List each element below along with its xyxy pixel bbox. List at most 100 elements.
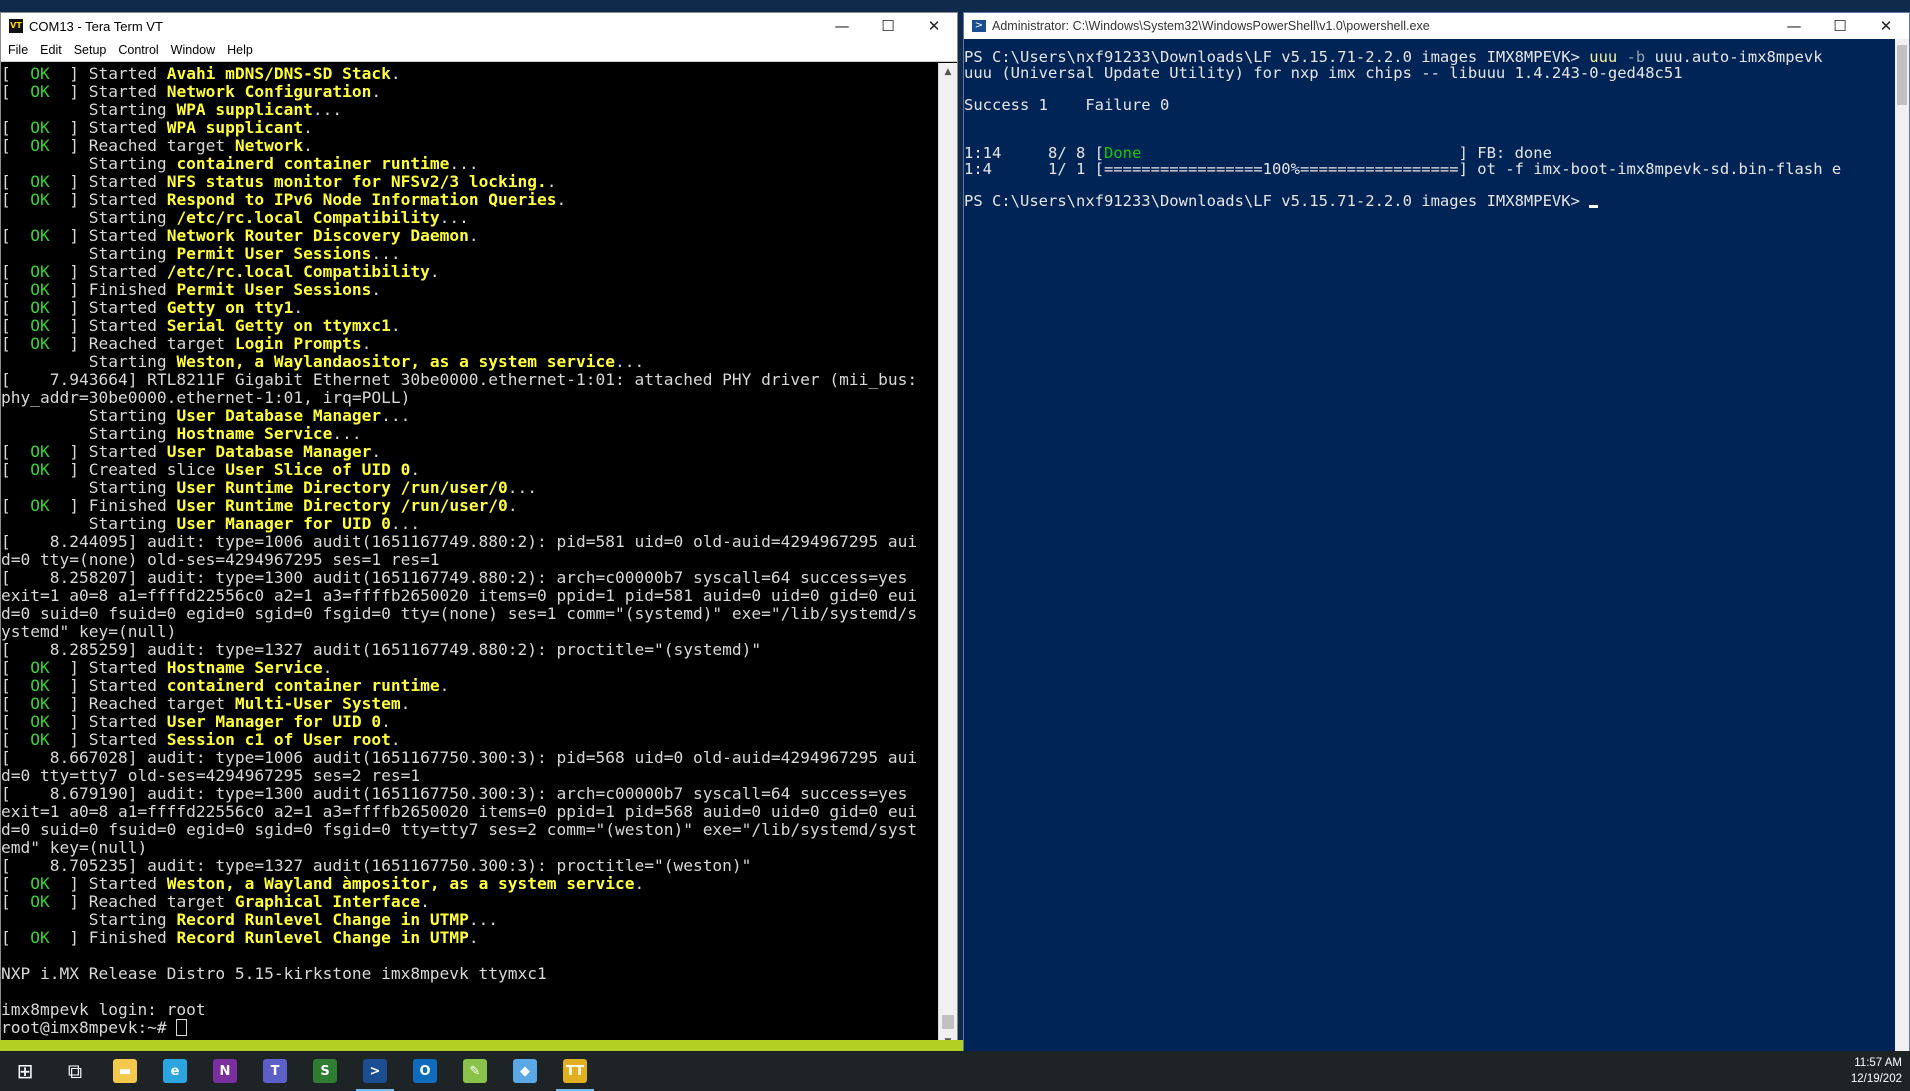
console-line: phy_addr=30be0000.ethernet-1:01, irq=POL… xyxy=(1,389,939,407)
console-text: OK xyxy=(30,83,50,101)
console-text: phy_addr=30be0000.ethernet-1:01, irq=POL… xyxy=(1,389,411,407)
console-line: [ OK ] Started Respond to IPv6 Node Info… xyxy=(1,191,939,209)
close-button[interactable]: ✕ xyxy=(1863,13,1909,39)
taskbar-task-view[interactable]: ⧉ xyxy=(50,1051,100,1091)
minimize-button[interactable]: — xyxy=(819,13,865,39)
console-text: [ xyxy=(1,119,31,137)
console-text: OK xyxy=(30,461,50,479)
menu-file[interactable]: File xyxy=(8,43,28,57)
console-line: [ 8.244095] audit: type=1006 audit(16511… xyxy=(1,533,939,551)
console-text: Starting xyxy=(1,101,177,119)
taskbar-start[interactable]: ⊞ xyxy=(0,1051,50,1091)
console-text: Record Runlevel Change in UTMP xyxy=(176,929,469,947)
console-line: Starting Hostname Service... xyxy=(1,425,939,443)
console-text: ] Started xyxy=(49,317,167,335)
taskbar: ⊞ ⧉ ▬ e N T S > O ✎ ◆ TT 11:57 AM 12/19/202 xyxy=(0,1051,1910,1091)
console-text: [ 8.705235] audit: type=1327 audit(16511… xyxy=(1,857,752,875)
console-text: User Slice of UID 0 xyxy=(225,461,411,479)
minimize-button[interactable]: — xyxy=(1771,13,1817,39)
teraterm-title: COM13 - Tera Term VT xyxy=(29,18,163,34)
menu-setup[interactable]: Setup xyxy=(74,43,107,57)
start-icon: ⊞ xyxy=(16,1059,34,1083)
taskbar-app-blue[interactable]: ◆ xyxy=(500,1051,550,1091)
powershell-console[interactable]: PS C:\Users\nxf91233\Downloads\LF_v5.15.… xyxy=(964,49,1895,1051)
console-text: Success 1 Failure 0 xyxy=(964,97,1170,113)
powershell-window[interactable]: > Administrator: C:\Windows\System32\Win… xyxy=(963,12,1910,1052)
taskbar-outlook[interactable]: O xyxy=(400,1051,450,1091)
taskbar-powershell[interactable]: > xyxy=(350,1051,400,1091)
console-text: [ 8.679190] audit: type=1300 audit(16511… xyxy=(1,785,908,803)
console-text: Starting xyxy=(1,407,177,425)
console-text: . xyxy=(410,461,421,479)
console-text: ] Created slice xyxy=(49,461,226,479)
console-line: d=0 suid=0 fsuid=0 egid=0 sgid=0 fsgid=0… xyxy=(1,821,939,839)
console-line: [ OK ] Started Network Configuration. xyxy=(1,83,939,101)
teraterm-menubar: File Edit Setup Control Window Help xyxy=(1,39,957,62)
taskbar-s-app[interactable]: S xyxy=(300,1051,350,1091)
maximize-button[interactable]: ☐ xyxy=(865,13,911,39)
menu-edit[interactable]: Edit xyxy=(40,43,62,57)
console-line: [ OK ] Started NFS status monitor for NF… xyxy=(1,173,939,191)
console-text: . xyxy=(361,335,372,353)
console-line: [ OK ] Finished Permit User Sessions. xyxy=(1,281,939,299)
close-button[interactable]: ✕ xyxy=(911,13,957,39)
console-text: OK xyxy=(30,263,50,281)
console-text: Starting xyxy=(1,911,177,929)
console-line: d=0 tty=tty7 old-ses=4294967295 ses=2 re… xyxy=(1,767,939,785)
taskbar-edge[interactable]: e xyxy=(150,1051,200,1091)
clock-date: 12/19/202 xyxy=(1850,1073,1902,1085)
taskbar-file-explorer[interactable]: ▬ xyxy=(100,1051,150,1091)
powershell-titlebar[interactable]: > Administrator: C:\Windows\System32\Win… xyxy=(964,13,1909,39)
console-text: ] Started xyxy=(49,713,167,731)
console-line: [ 8.258207] audit: type=1300 audit(16511… xyxy=(1,569,939,587)
maximize-button[interactable]: ☐ xyxy=(1817,13,1863,39)
console-text: [ xyxy=(1,191,31,209)
menu-help[interactable]: Help xyxy=(227,43,253,57)
console-text: ] Finished xyxy=(49,281,177,299)
console-line: Starting Permit User Sessions... xyxy=(1,245,939,263)
teraterm-window[interactable]: VT COM13 - Tera Term VT — ☐ ✕ File Edit … xyxy=(0,12,958,1052)
console-text: ] Started xyxy=(49,227,167,245)
console-text: [ 8.285259] audit: type=1327 audit(16511… xyxy=(1,641,762,659)
system-clock[interactable]: 11:57 AM 12/19/202 xyxy=(1851,1055,1902,1087)
console-text: ] Started xyxy=(49,119,167,137)
taskbar-teams[interactable]: T xyxy=(250,1051,300,1091)
console-text: ... xyxy=(439,209,469,227)
teraterm-scrollbar[interactable]: ▲ ▼ xyxy=(938,63,957,1051)
console-line: [ OK ] Reached target Network. xyxy=(1,137,939,155)
console-text: ] Finished xyxy=(49,497,177,515)
console-line: [ OK ] Started Hostname Service. xyxy=(1,659,939,677)
scroll-up-icon[interactable]: ▲ xyxy=(939,63,957,81)
console-text: ] Started xyxy=(49,731,167,749)
console-text: 1:4 1/ 1 [=================100%=========… xyxy=(964,161,1842,177)
taskbar-onenote[interactable]: N xyxy=(200,1051,250,1091)
console-text: Network Router Discovery Daemon xyxy=(166,227,469,245)
console-text: ... xyxy=(468,911,499,929)
taskbar-teraterm[interactable]: TT xyxy=(550,1051,600,1091)
console-text: ... xyxy=(332,425,362,443)
console-line: [ OK ] Started Network Router Discovery … xyxy=(1,227,939,245)
console-line: [ 8.667028] audit: type=1006 audit(16511… xyxy=(1,749,939,767)
console-text: ] Reached target xyxy=(49,695,235,713)
powershell-scrollbar[interactable] xyxy=(1895,39,1909,1051)
console-text: [ xyxy=(1,317,31,335)
console-text: [ 8.667028] audit: type=1006 audit(16511… xyxy=(1,749,918,767)
teraterm-console[interactable]: [ OK ] Started Avahi mDNS/DNS-SD Stack.[… xyxy=(1,63,939,1051)
scrollbar-thumb[interactable] xyxy=(1897,45,1907,105)
teams-icon: T xyxy=(263,1059,287,1083)
console-line: Starting Weston, a Waylandaositor, as a … xyxy=(1,353,939,371)
console-line: Success 1 Failure 0 xyxy=(964,97,1895,113)
teraterm-titlebar[interactable]: VT COM13 - Tera Term VT — ☐ ✕ xyxy=(1,13,957,39)
console-text: [ xyxy=(1,65,31,83)
console-line: [ OK ] Started Getty on tty1. xyxy=(1,299,939,317)
console-text: OK xyxy=(30,317,50,335)
console-text: [ xyxy=(1,263,31,281)
taskbar-notepad-plus[interactable]: ✎ xyxy=(450,1051,500,1091)
console-text: . xyxy=(400,695,411,713)
console-text: Network xyxy=(234,137,304,155)
menu-control[interactable]: Control xyxy=(118,43,158,57)
scrollbar-thumb[interactable] xyxy=(942,1015,954,1029)
menu-window[interactable]: Window xyxy=(171,43,215,57)
console-text: Multi-User System xyxy=(234,695,401,713)
